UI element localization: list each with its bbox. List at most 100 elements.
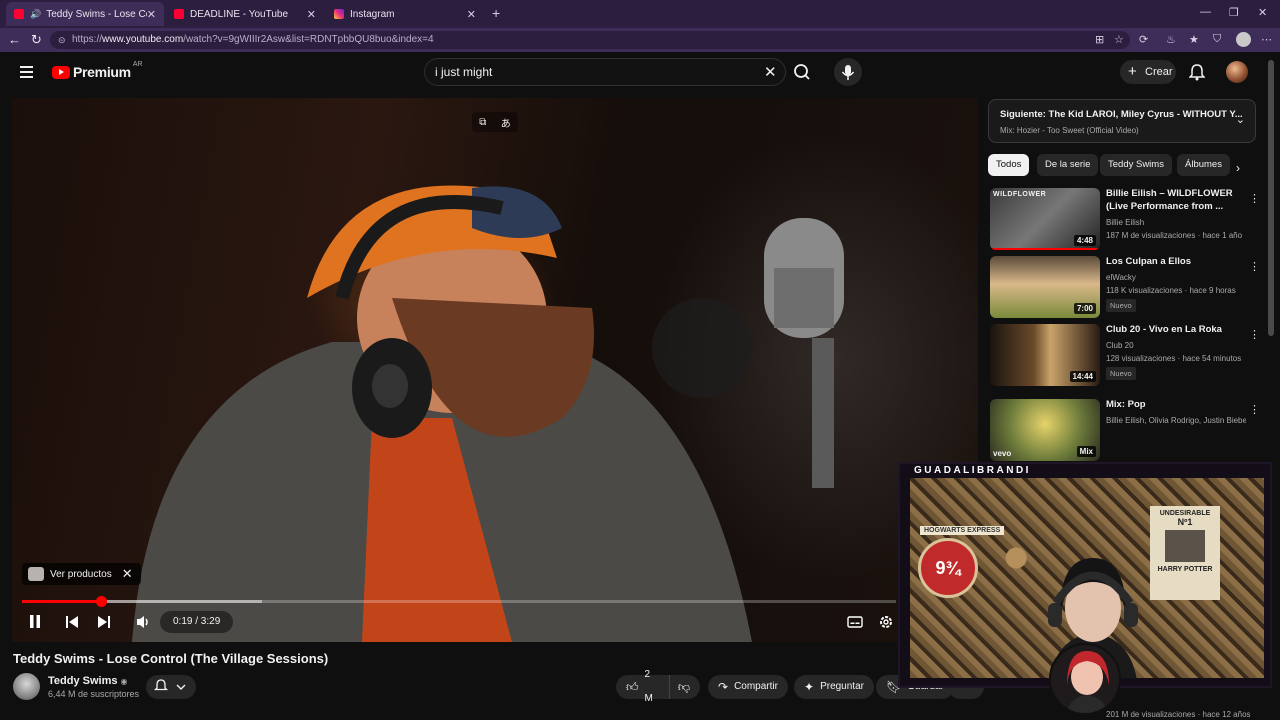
app-install-icon[interactable]: ⊞: [1095, 33, 1104, 46]
next-icon[interactable]: [96, 614, 112, 630]
chevron-right-icon[interactable]: ›: [1236, 161, 1240, 175]
subscription-bell-button[interactable]: [146, 675, 196, 699]
duration-badge: 14:44: [1069, 371, 1096, 382]
previous-icon[interactable]: [64, 614, 80, 630]
back-icon[interactable]: ←: [8, 32, 21, 47]
minimize-icon[interactable]: —: [1200, 6, 1211, 18]
more-vert-icon[interactable]: ⋮: [1249, 192, 1260, 205]
up-next-panel[interactable]: Siguiente: The Kid LAROI, Miley Cyrus - …: [988, 99, 1256, 143]
recommendation-title: Mix: Pop: [1106, 399, 1146, 410]
tab-instagram[interactable]: Instagram ✕: [326, 2, 484, 26]
recommendation-channel: Billie Eilish: [1106, 218, 1145, 227]
hamburger-menu-icon[interactable]: [20, 66, 33, 78]
translate-icon[interactable]: あ: [501, 115, 511, 130]
site-info-icon[interactable]: ⊝: [58, 31, 66, 49]
favorite-star-icon[interactable]: ☆: [1114, 33, 1124, 46]
more-menu-icon[interactable]: ⋯: [1261, 33, 1272, 46]
video-thumbnail: vevo Mix: [990, 399, 1100, 461]
recommendation-title: Los Culpan a Ellos: [1106, 256, 1191, 267]
mix-badge: Mix: [1076, 446, 1096, 457]
favorites-icon[interactable]: ★: [1189, 33, 1199, 46]
clear-search-icon[interactable]: ✕: [764, 63, 777, 81]
settings-gear-icon[interactable]: [878, 614, 894, 630]
search-button[interactable]: [786, 58, 818, 86]
new-tab-icon[interactable]: +: [492, 5, 500, 21]
more-vert-icon[interactable]: ⋮: [1249, 260, 1260, 273]
list-item[interactable]: vevo Mix Mix: Pop Billie Eilish, Olivia …: [990, 399, 1260, 463]
url-field[interactable]: ⊝ https://www.youtube.com/watch?v=9gWIIIr…: [50, 31, 1130, 49]
share-button[interactable]: ↷ Compartir: [708, 675, 788, 699]
video-thumbnail: 7:00: [990, 256, 1100, 318]
avatar-illustration: [1051, 645, 1119, 713]
view-products-label: Ver productos: [50, 568, 112, 580]
pause-icon[interactable]: [27, 614, 43, 630]
video-thumbnail: WILDFLOWER 4:48: [990, 188, 1100, 250]
close-window-icon[interactable]: ✕: [1258, 6, 1267, 19]
subtitles-icon[interactable]: [847, 614, 863, 630]
tab-deadline[interactable]: DEADLINE - YouTube ✕: [166, 2, 324, 26]
more-vert-icon[interactable]: ⋮: [1249, 403, 1260, 416]
dislike-icon[interactable]: 👎︎: [668, 675, 690, 699]
watched-bar: [990, 248, 1100, 250]
like-count[interactable]: 2 M: [645, 663, 659, 711]
user-avatar[interactable]: [1226, 61, 1248, 83]
tab-close-icon[interactable]: ✕: [147, 8, 156, 21]
speaker-icon[interactable]: 🔊: [30, 9, 41, 20]
youtube-premium-logo[interactable]: Premium AR: [52, 61, 143, 80]
browser-profile-avatar[interactable]: [1236, 32, 1251, 47]
microphone-icon: [841, 65, 855, 80]
recommendation-meta: 118 K visualizaciones · hace 9 horas: [1106, 286, 1236, 295]
extension-puzzle-icon[interactable]: ♨: [1166, 33, 1176, 46]
tab-close-icon[interactable]: ✕: [307, 8, 316, 21]
shield-icon[interactable]: ⛉: [1213, 33, 1221, 46]
filter-chip-albums[interactable]: Álbumes: [1177, 154, 1230, 176]
volume-icon[interactable]: [135, 614, 151, 630]
youtube-favicon-icon: [174, 9, 184, 19]
channel-name-text: Teddy Swims: [48, 675, 118, 687]
progress-bar[interactable]: [22, 596, 896, 607]
create-label: Crear: [1145, 66, 1173, 78]
close-products-icon[interactable]: ✕: [122, 566, 133, 582]
more-vert-icon[interactable]: ⋮: [1249, 328, 1260, 341]
new-badge: Nuevo: [1106, 367, 1136, 380]
browser-tab-strip: 🔊 Teddy Swims - Lose Control (T ✕ DEADLI…: [0, 0, 1280, 28]
player-top-controls: ⧉ あ: [472, 112, 518, 132]
list-item[interactable]: WILDFLOWER 4:48 Billie Eilish – WILDFLOW…: [990, 188, 1260, 252]
video-title: Teddy Swims - Lose Control (The Village …: [13, 651, 329, 666]
channel-avatar[interactable]: [13, 673, 40, 700]
tab-title: DEADLINE - YouTube: [190, 8, 289, 20]
video-thumbnail: 14:44: [990, 324, 1100, 386]
filter-chip-series[interactable]: De la serie: [1037, 154, 1099, 176]
list-item[interactable]: 7:00 Los Culpan a Ellos elWacky 118 K vi…: [990, 256, 1260, 320]
recommendation-meta: 187 M de visualizaciones · hace 1 año: [1106, 231, 1243, 240]
tab-teddy-swims[interactable]: 🔊 Teddy Swims - Lose Control (T ✕: [6, 2, 164, 26]
voice-search-button[interactable]: [834, 58, 862, 86]
like-icon[interactable]: 👍︎: [626, 675, 639, 699]
like-dislike-group: 👍︎ 2 M 👎︎: [616, 669, 700, 704]
reload-icon[interactable]: ↻: [31, 32, 42, 48]
cast-icon[interactable]: ⧉: [479, 117, 486, 128]
video-player[interactable]: ⧉ あ: [12, 98, 978, 642]
ask-button[interactable]: ✦ Preguntar: [794, 675, 874, 699]
instagram-favicon-icon: [334, 9, 344, 19]
chevron-down-icon[interactable]: ⌄: [1236, 113, 1245, 126]
played-bar: [22, 600, 101, 603]
tab-close-icon[interactable]: ✕: [467, 8, 476, 21]
filter-chip-all[interactable]: Todos: [988, 154, 1030, 176]
url-prefix: https://: [72, 34, 103, 45]
plus-icon: +: [1128, 63, 1137, 80]
create-button[interactable]: + Crear: [1120, 60, 1176, 84]
up-next-subtitle: Mix: Hozier - Too Sweet (Official Video): [1000, 126, 1139, 135]
scrubber-handle[interactable]: [96, 596, 107, 607]
maximize-icon[interactable]: ❐: [1229, 6, 1239, 19]
notifications-bell-icon[interactable]: [1189, 63, 1205, 81]
filter-chip-teddy-swims[interactable]: Teddy Swims: [1100, 154, 1172, 176]
search-input[interactable]: i just might: [424, 58, 786, 86]
thumbnail-text: WILDFLOWER: [993, 191, 1047, 198]
sparkle-icon: ✦: [804, 680, 815, 694]
extension-icon[interactable]: ⟳: [1139, 33, 1148, 46]
list-item[interactable]: 14:44 Club 20 - Vivo en La Roka Club 20 …: [990, 324, 1260, 388]
view-products-chip[interactable]: Ver productos ✕: [22, 563, 141, 585]
channel-name[interactable]: Teddy Swims ◉: [48, 675, 127, 687]
page-scrollbar[interactable]: [1268, 60, 1274, 336]
